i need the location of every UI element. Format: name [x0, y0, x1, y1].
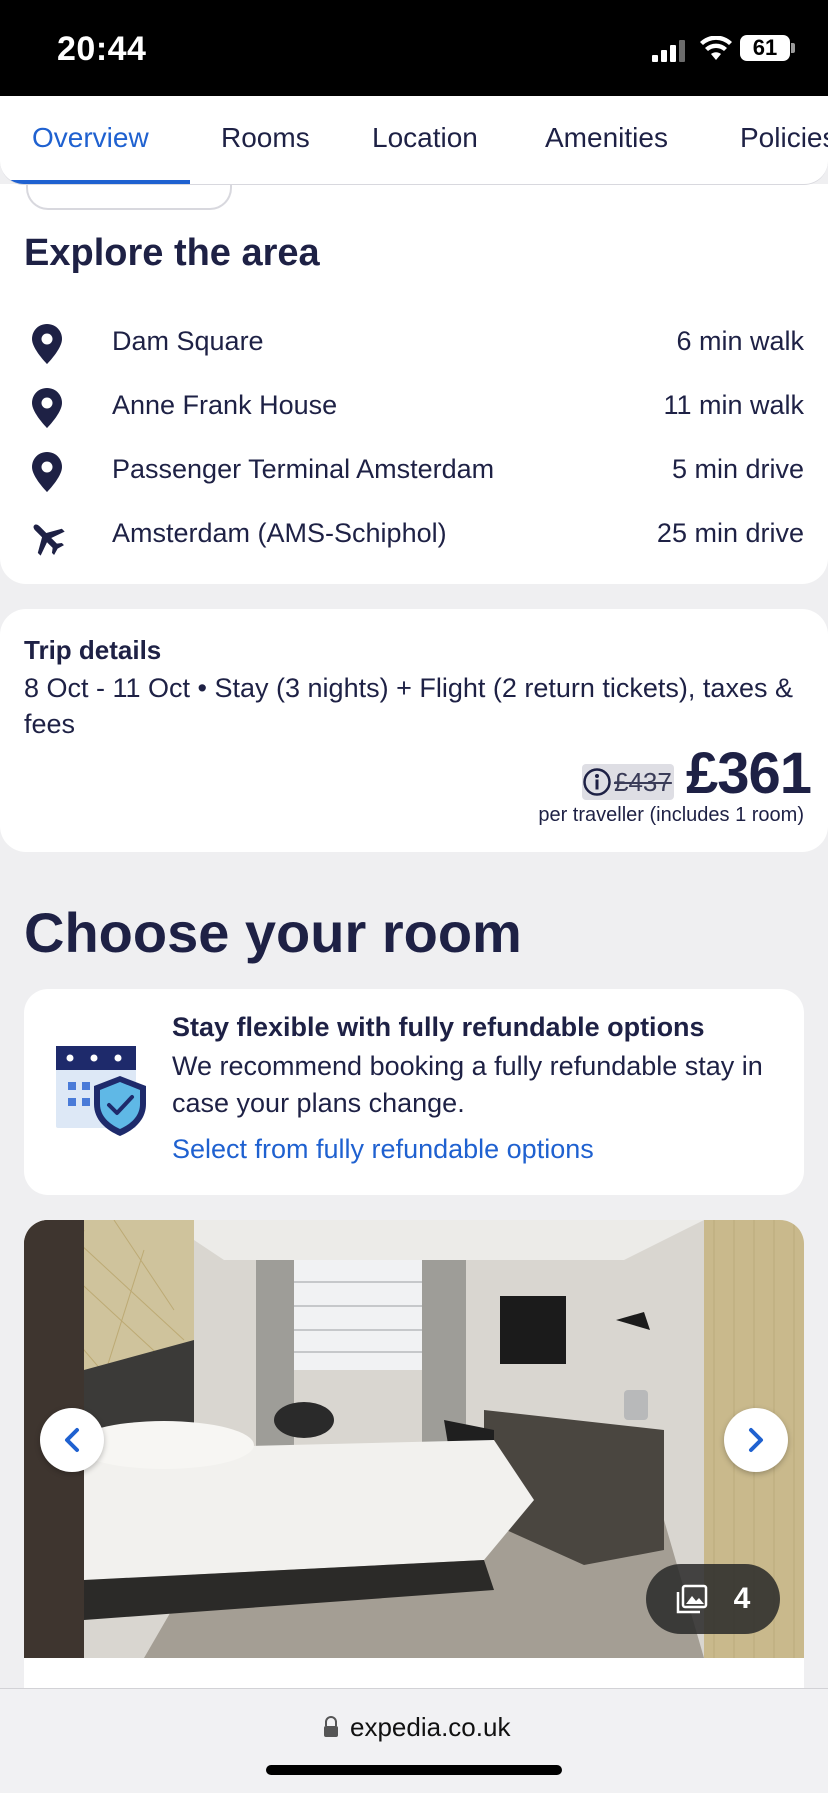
place-name: Amsterdam (AMS-Schiphol)	[112, 518, 447, 548]
tab-location[interactable]: Location	[372, 122, 478, 154]
active-tab-indicator	[0, 180, 190, 184]
gallery-count-button[interactable]: 4	[646, 1564, 780, 1634]
trip-title: Trip details	[24, 635, 162, 665]
refund-title: Stay flexible with fully refundable opti…	[172, 1012, 705, 1042]
calendar-shield-icon	[56, 1046, 146, 1136]
url-bar[interactable]: expedia.co.uk	[350, 1712, 510, 1743]
place-row: Amsterdam (AMS-Schiphol) 25 min drive	[0, 514, 828, 578]
chevron-right-icon	[749, 1428, 763, 1452]
tab-bar: Overview Rooms Location Amenities Polici…	[0, 96, 828, 185]
gallery-icon	[676, 1584, 707, 1614]
status-time: 20:44	[57, 30, 147, 68]
map-pin-icon	[32, 324, 62, 364]
place-row: Dam Square 6 min walk	[0, 322, 828, 386]
battery-cap	[791, 43, 795, 53]
place-name: Passenger Terminal Amsterdam	[112, 454, 495, 484]
place-row: Anne Frank House 11 min walk	[0, 386, 828, 450]
map-pin-icon	[32, 452, 62, 492]
battery-indicator: 61	[740, 35, 790, 61]
place-distance: 11 min walk	[663, 390, 804, 420]
previous-photo-button[interactable]	[40, 1408, 104, 1472]
wifi-icon	[700, 36, 732, 60]
next-photo-button[interactable]	[724, 1408, 788, 1472]
place-row: Passenger Terminal Amsterdam 5 min drive	[0, 450, 828, 514]
trip-description: 8 Oct - 11 Oct • Stay (3 nights) + Fligh…	[24, 673, 793, 739]
tab-policies[interactable]: Policies	[740, 122, 828, 154]
place-distance: 6 min walk	[676, 326, 804, 356]
price-info-button[interactable]: £437	[582, 764, 674, 800]
current-price: £361	[686, 741, 812, 806]
gallery-count: 4	[733, 1582, 751, 1615]
info-icon	[583, 768, 611, 796]
place-name: Anne Frank House	[112, 390, 338, 420]
place-distance: 25 min drive	[656, 518, 804, 548]
signal-icon	[652, 40, 685, 62]
tab-rooms[interactable]: Rooms	[221, 122, 310, 154]
original-price: £437	[614, 766, 672, 797]
place-distance: 5 min drive	[671, 454, 804, 484]
airplane-icon	[33, 524, 65, 556]
place-name: Dam Square	[112, 326, 264, 356]
map-pin-icon	[32, 388, 62, 428]
refund-body: We recommend booking a fully refundable …	[172, 1051, 763, 1118]
price-note: per traveller (includes 1 room)	[538, 804, 804, 826]
explore-title: Explore the area	[24, 232, 320, 274]
tab-amenities[interactable]: Amenities	[545, 122, 668, 154]
refundable-options-link[interactable]: Select from fully refundable options	[172, 1134, 594, 1165]
tab-overview[interactable]: Overview	[32, 122, 149, 154]
home-indicator[interactable]	[266, 1765, 562, 1775]
choose-room-title: Choose your room	[24, 901, 522, 964]
chevron-left-icon	[65, 1428, 79, 1452]
lock-icon	[324, 1716, 338, 1737]
